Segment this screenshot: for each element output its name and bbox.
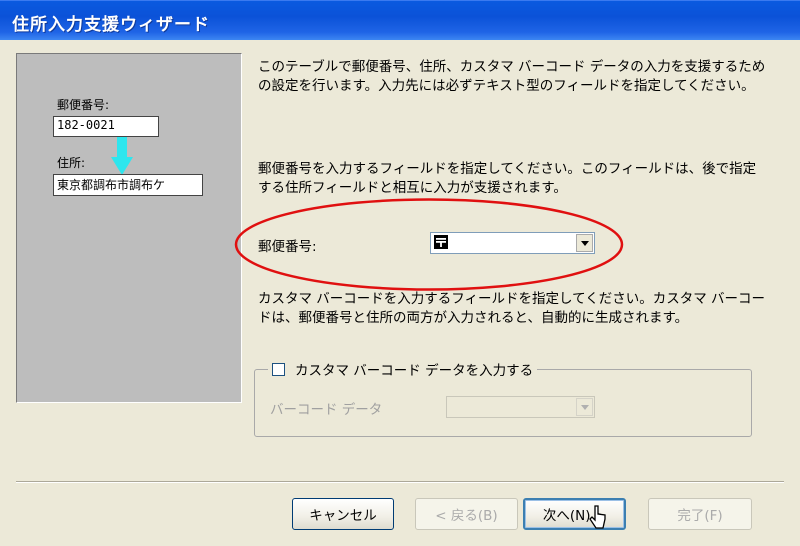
preview-address-label: 住所:: [57, 156, 86, 170]
postal-instruction-text: 郵便番号を入力するフィールドを指定してください。このフィールドは、後で指定する住…: [258, 161, 757, 196]
preview-postal-box: 182-0021: [53, 116, 159, 137]
barcode-dropdown-button: [576, 398, 593, 416]
barcode-field-label: バーコード データ: [270, 402, 383, 418]
next-button[interactable]: 次へ(N) >: [523, 498, 626, 530]
cancel-button[interactable]: キャンセル: [292, 498, 394, 530]
preview-postal-label: 郵便番号:: [57, 98, 110, 112]
postal-field-label: 郵便番号:: [258, 239, 317, 255]
preview-postal-value: 182-0021: [57, 118, 115, 132]
postal-mark-icon: [434, 235, 448, 249]
preview-address-box: 東京都調布市調布ケ: [53, 174, 203, 196]
preview-address-value: 東京都調布市調布ケ: [57, 178, 166, 192]
chevron-down-icon: [580, 404, 589, 410]
barcode-checkbox-row[interactable]: カスタマ バーコード データを入力する: [268, 359, 538, 379]
postal-field-select[interactable]: 〒: [430, 232, 595, 254]
back-button[interactable]: < 戻る(B): [415, 498, 518, 530]
barcode-checkbox[interactable]: [272, 362, 285, 376]
arrow-down-icon: [111, 137, 133, 175]
barcode-field-select: [446, 396, 595, 418]
postal-dropdown-button[interactable]: [576, 234, 593, 252]
footer-divider: [16, 481, 784, 483]
finish-button[interactable]: 完了(F): [648, 498, 752, 530]
window-title: 住所入力支援ウィザード: [12, 15, 210, 35]
preview-panel: 郵便番号: 182-0021 住所: 東京都調布市調布ケ: [16, 53, 242, 403]
chevron-down-icon: [580, 240, 589, 246]
intro-text: このテーブルで郵便番号、住所、カスタマ バーコード データの入力を支援するための…: [258, 59, 766, 94]
barcode-instruction-text: カスタマ バーコードを入力するフィールドを指定してください。カスタマ バーコード…: [258, 291, 766, 326]
barcode-checkbox-label[interactable]: カスタマ バーコード データを入力する: [295, 359, 533, 379]
title-bar[interactable]: 住所入力支援ウィザード: [0, 0, 800, 40]
